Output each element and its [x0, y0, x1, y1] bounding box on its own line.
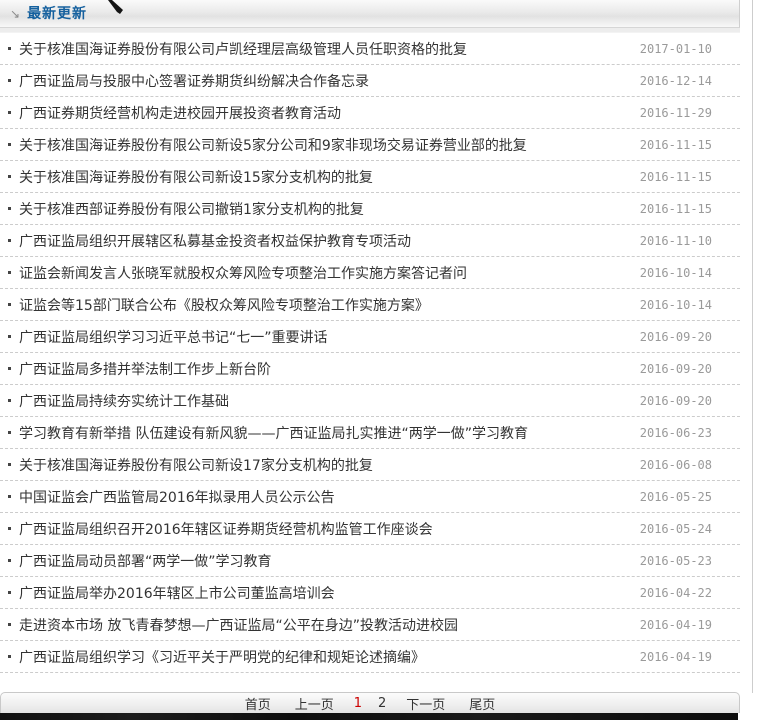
bullet-icon	[8, 143, 11, 146]
news-date: 2016-04-19	[630, 650, 712, 664]
pagination-pages: 12	[346, 696, 395, 711]
list-item: 学习教育有新举措 队伍建设有新风貌——广西证监局扎实推进“两学一做”学习教育 2…	[0, 417, 740, 449]
list-item: 中国证监会广西监管局2016年拟录用人员公示公告 2016-05-25	[0, 481, 740, 513]
news-date: 2017-01-10	[630, 42, 712, 56]
panel-title: 最新更新	[27, 0, 87, 28]
mouse-cursor	[106, 0, 126, 14]
news-link[interactable]: 关于核准国海证券股份有限公司新设5家分公司和9家非现场交易证券营业部的批复	[19, 135, 527, 155]
list-item: 关于核准国海证券股份有限公司卢凯经理层高级管理人员任职资格的批复 2017-01…	[0, 33, 740, 65]
pagination-page-current[interactable]: 1	[354, 696, 362, 711]
list-item: 广西证券期货经营机构走进校园开展投资者教育活动 2016-11-29	[0, 97, 740, 129]
list-item: 广西证监局组织学习习近平总书记“七一”重要讲话 2016-09-20	[0, 321, 740, 353]
pagination-last-link[interactable]: 尾页	[469, 694, 495, 713]
news-date: 2016-10-14	[630, 266, 712, 280]
list-item: 证监会等15部门联合公布《股权众筹风险专项整治工作实施方案》 2016-10-1…	[0, 289, 740, 321]
news-link[interactable]: 广西证监局组织开展辖区私募基金投资者权益保护教育专项活动	[19, 231, 411, 251]
news-link[interactable]: 学习教育有新举措 队伍建设有新风貌——广西证监局扎实推进“两学一做”学习教育	[19, 423, 528, 443]
list-item: 关于核准国海证券股份有限公司新设5家分公司和9家非现场交易证券营业部的批复 20…	[0, 129, 740, 161]
bullet-icon	[8, 463, 11, 466]
pagination-bar: 首页 上一页 12 下一页 尾页	[0, 692, 740, 713]
bullet-icon	[8, 399, 11, 402]
bullet-icon	[8, 79, 11, 82]
list-item: 关于核准国海证券股份有限公司新设15家分支机构的批复 2016-11-15	[0, 161, 740, 193]
news-link[interactable]: 广西证监局组织学习《习近平关于严明党的纪律和规矩论述摘编》	[19, 647, 425, 667]
news-date: 2016-06-23	[630, 426, 712, 440]
list-item: 广西证监局举办2016年辖区上市公司董监高培训会 2016-04-22	[0, 577, 740, 609]
news-link[interactable]: 广西证监局多措并举法制工作步上新台阶	[19, 359, 271, 379]
list-item: 证监会新闻发言人张晓军就股权众筹风险专项整治工作实施方案答记者问 2016-10…	[0, 257, 740, 289]
bullet-icon	[8, 271, 11, 274]
list-item: 广西证监局组织开展辖区私募基金投资者权益保护教育专项活动 2016-11-10	[0, 225, 740, 257]
news-date: 2016-12-14	[630, 74, 712, 88]
news-link[interactable]: 关于核准国海证券股份有限公司卢凯经理层高级管理人员任职资格的批复	[19, 39, 467, 59]
news-list: 关于核准国海证券股份有限公司卢凯经理层高级管理人员任职资格的批复 2017-01…	[0, 33, 740, 673]
bullet-icon	[8, 175, 11, 178]
bullet-icon	[8, 111, 11, 114]
bullet-icon	[8, 527, 11, 530]
pagination-prev-link[interactable]: 上一页	[295, 694, 334, 713]
pagination-page-link[interactable]: 2	[378, 696, 386, 711]
news-date: 2016-05-23	[630, 554, 712, 568]
news-link[interactable]: 中国证监会广西监管局2016年拟录用人员公示公告	[19, 487, 335, 507]
news-date: 2016-10-14	[630, 298, 712, 312]
news-date: 2016-11-15	[630, 202, 712, 216]
news-link[interactable]: 广西证监局与投服中心签署证券期货纠纷解决合作备忘录	[19, 71, 369, 91]
pagination-next-link[interactable]: 下一页	[406, 694, 445, 713]
news-link[interactable]: 广西证监局动员部署“两学一做”学习教育	[19, 551, 272, 571]
bullet-icon	[8, 47, 11, 50]
news-link[interactable]: 广西证券期货经营机构走进校园开展投资者教育活动	[19, 103, 341, 123]
list-item: 广西证监局持续夯实统计工作基础 2016-09-20	[0, 385, 740, 417]
bullet-icon	[8, 591, 11, 594]
news-link[interactable]: 关于核准国海证券股份有限公司新设15家分支机构的批复	[19, 167, 373, 187]
bullet-icon	[8, 559, 11, 562]
news-date: 2016-11-10	[630, 234, 712, 248]
page: ↘ 最新更新 关于核准国海证券股份有限公司卢凯经理层高级管理人员任职资格的批复 …	[0, 0, 760, 720]
pagination-first-link[interactable]: 首页	[245, 694, 271, 713]
list-item: 广西证监局组织学习《习近平关于严明党的纪律和规矩论述摘编》 2016-04-19	[0, 641, 740, 673]
news-date: 2016-09-20	[630, 362, 712, 376]
news-date: 2016-11-15	[630, 138, 712, 152]
news-date: 2016-09-20	[630, 394, 712, 408]
news-date: 2016-11-15	[630, 170, 712, 184]
bullet-icon	[8, 335, 11, 338]
news-link[interactable]: 关于核准西部证券股份有限公司撤销1家分支机构的批复	[19, 199, 364, 219]
list-item: 广西证监局动员部署“两学一做”学习教育 2016-05-23	[0, 545, 740, 577]
list-item: 广西证监局与投服中心签署证券期货纠纷解决合作备忘录 2016-12-14	[0, 65, 740, 97]
bullet-icon	[8, 623, 11, 626]
bullet-icon	[8, 495, 11, 498]
news-link[interactable]: 走进资本市场 放飞青春梦想—广西证监局“公平在身边”投教活动进校园	[19, 615, 458, 635]
bullet-icon	[8, 367, 11, 370]
news-link[interactable]: 广西证监局组织学习习近平总书记“七一”重要讲话	[19, 327, 328, 347]
bullet-icon	[8, 239, 11, 242]
news-link[interactable]: 证监会新闻发言人张晓军就股权众筹风险专项整治工作实施方案答记者问	[19, 263, 467, 283]
news-link[interactable]: 广西证监局举办2016年辖区上市公司董监高培训会	[19, 583, 335, 603]
list-item: 广西证监局组织召开2016年辖区证券期货经营机构监管工作座谈会 2016-05-…	[0, 513, 740, 545]
latest-updates-panel: ↘ 最新更新 关于核准国海证券股份有限公司卢凯经理层高级管理人员任职资格的批复 …	[0, 0, 740, 720]
list-item: 走进资本市场 放飞青春梦想—广西证监局“公平在身边”投教活动进校园 2016-0…	[0, 609, 740, 641]
bullet-icon	[8, 655, 11, 658]
news-date: 2016-09-20	[630, 330, 712, 344]
bullet-icon	[8, 431, 11, 434]
corner-arrow-icon: ↘	[10, 8, 20, 20]
news-link[interactable]: 关于核准国海证券股份有限公司新设17家分支机构的批复	[19, 455, 373, 475]
list-item: 关于核准西部证券股份有限公司撤销1家分支机构的批复 2016-11-15	[0, 193, 740, 225]
list-item: 广西证监局多措并举法制工作步上新台阶 2016-09-20	[0, 353, 740, 385]
right-border-line	[752, 0, 753, 693]
news-date: 2016-11-29	[630, 106, 712, 120]
news-date: 2016-06-08	[630, 458, 712, 472]
news-date: 2016-04-19	[630, 618, 712, 632]
bullet-icon	[8, 207, 11, 210]
footer-strip	[0, 713, 738, 720]
news-link[interactable]: 证监会等15部门联合公布《股权众筹风险专项整治工作实施方案》	[19, 295, 429, 315]
list-item: 关于核准国海证券股份有限公司新设17家分支机构的批复 2016-06-08	[0, 449, 740, 481]
news-link[interactable]: 广西证监局组织召开2016年辖区证券期货经营机构监管工作座谈会	[19, 519, 433, 539]
news-date: 2016-04-22	[630, 586, 712, 600]
bullet-icon	[8, 303, 11, 306]
news-link[interactable]: 广西证监局持续夯实统计工作基础	[19, 391, 229, 411]
news-date: 2016-05-25	[630, 490, 712, 504]
news-date: 2016-05-24	[630, 522, 712, 536]
